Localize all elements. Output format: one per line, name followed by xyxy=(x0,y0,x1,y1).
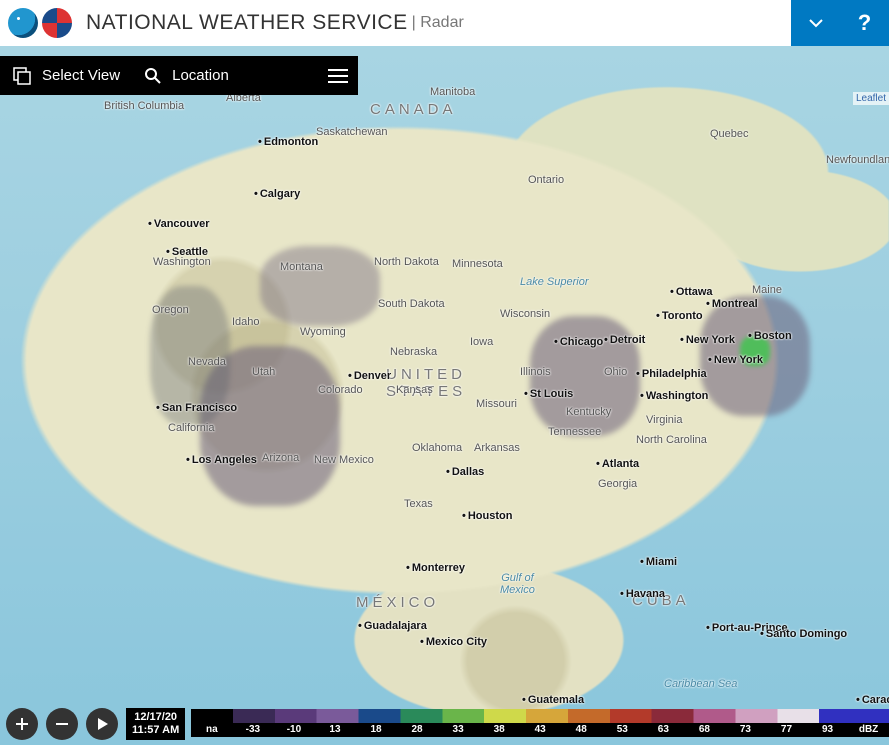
map-attribution[interactable]: Leaflet xyxy=(853,92,889,105)
legend-tick: 53 xyxy=(602,723,643,737)
zoom-out-button[interactable] xyxy=(46,708,78,740)
agency-logos xyxy=(0,8,80,38)
map-canvas[interactable]: CANADAUNITEDSTATESMÉXICOCUBABritish Colu… xyxy=(0,46,889,745)
hamburger-icon xyxy=(328,68,348,84)
legend-tick: 13 xyxy=(314,723,355,737)
legend-tick: 28 xyxy=(397,723,438,737)
location-label: Location xyxy=(172,67,229,84)
legend-gradient xyxy=(191,709,889,723)
reflectivity-legend: na-33-1013182833384348536368737793dBZ xyxy=(191,709,889,739)
select-view-button[interactable]: Select View xyxy=(0,56,132,95)
select-view-label: Select View xyxy=(42,67,120,84)
play-button[interactable] xyxy=(86,708,118,740)
legend-tick: na xyxy=(191,723,232,737)
legend-tick: 18 xyxy=(355,723,396,737)
app-subtitle: | Radar xyxy=(412,14,464,32)
legend-tick: 38 xyxy=(479,723,520,737)
map-viewport[interactable]: CANADAUNITEDSTATESMÉXICOCUBABritish Colu… xyxy=(0,46,889,745)
legend-tick: 93 xyxy=(807,723,848,737)
legend-tick: -10 xyxy=(273,723,314,737)
chevron-down-icon xyxy=(808,15,824,31)
plus-icon xyxy=(14,716,30,732)
frame-date: 12/17/20 xyxy=(132,711,179,724)
zoom-in-button[interactable] xyxy=(6,708,38,740)
question-icon: ? xyxy=(858,10,871,36)
minus-icon xyxy=(54,716,70,732)
search-icon xyxy=(144,67,162,85)
map-toolbar: Select View Location xyxy=(0,56,358,95)
legend-tick: 73 xyxy=(725,723,766,737)
legend-tick: 77 xyxy=(766,723,807,737)
frame-time: 11:57 AM xyxy=(132,724,179,737)
help-button[interactable]: ? xyxy=(840,0,889,46)
nws-logo-icon xyxy=(42,8,72,38)
legend-ticks: na-33-1013182833384348536368737793dBZ xyxy=(191,723,889,737)
legend-tick: 48 xyxy=(561,723,602,737)
legend-tick: dBZ xyxy=(848,723,889,737)
app-header: NATIONAL WEATHER SERVICE | Radar ? xyxy=(0,0,889,46)
menu-button[interactable] xyxy=(318,56,358,95)
location-search-button[interactable]: Location xyxy=(132,56,241,95)
time-legend-bar: 12/17/20 11:57 AM na-33-1013182833384348… xyxy=(0,706,889,742)
legend-tick: 63 xyxy=(643,723,684,737)
noaa-logo-icon xyxy=(8,8,38,38)
legend-tick: 43 xyxy=(520,723,561,737)
expand-menu-button[interactable] xyxy=(791,0,840,46)
app-title: NATIONAL WEATHER SERVICE xyxy=(86,11,408,35)
legend-tick: 33 xyxy=(438,723,479,737)
frame-timestamp: 12/17/20 11:57 AM xyxy=(126,708,185,740)
play-icon xyxy=(95,717,109,731)
layers-icon xyxy=(12,66,32,86)
legend-tick: 68 xyxy=(684,723,725,737)
legend-tick: -33 xyxy=(232,723,273,737)
